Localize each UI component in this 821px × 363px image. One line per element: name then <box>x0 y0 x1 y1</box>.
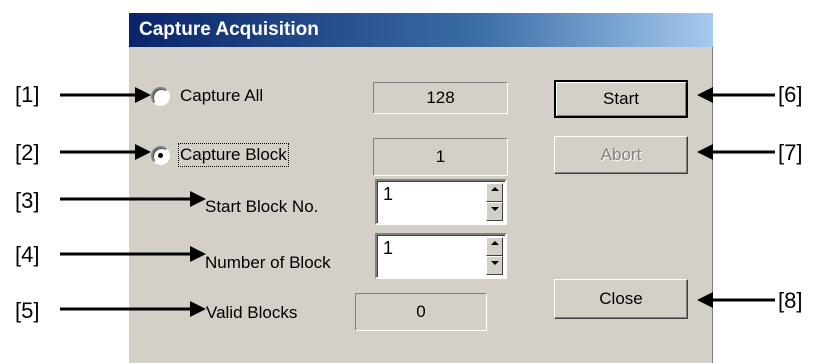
arrow-right-icon <box>60 246 206 262</box>
callout-arrows <box>60 87 775 317</box>
arrow-left-icon <box>697 144 775 160</box>
arrow-left-icon <box>697 292 775 308</box>
arrow-right-icon <box>60 301 206 317</box>
arrow-right-icon <box>60 87 151 103</box>
arrow-right-icon <box>60 191 206 207</box>
arrow-left-icon <box>697 87 775 103</box>
arrow-right-icon <box>60 144 151 160</box>
